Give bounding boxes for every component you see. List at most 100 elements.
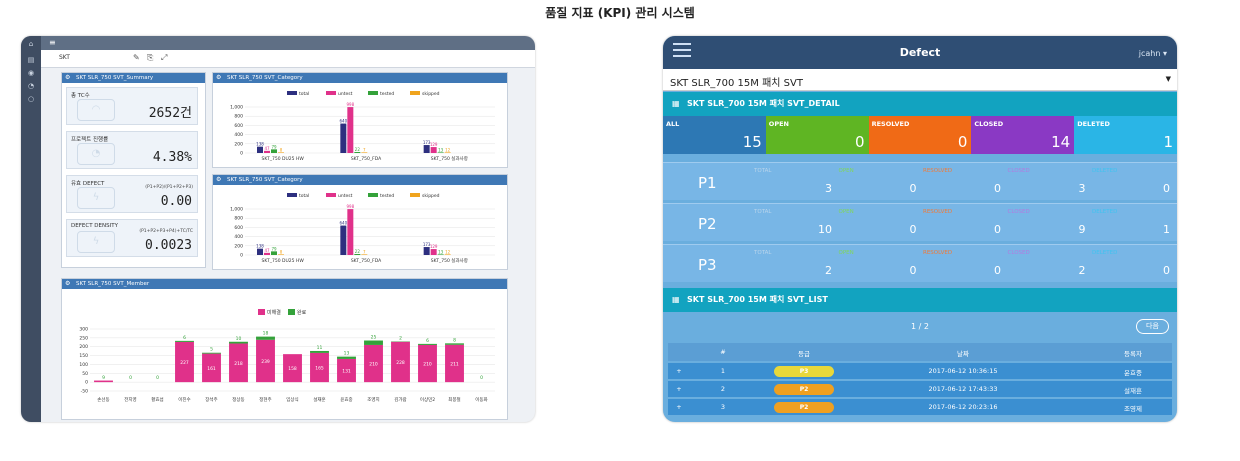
priority-cell: OPEN 0 — [836, 245, 920, 283]
column-header: 날짜 — [957, 350, 969, 358]
legend-swatch — [287, 91, 297, 95]
cell-label: CLOSED — [1007, 209, 1030, 215]
cell-value: 2 — [825, 264, 832, 277]
legend-label: total — [299, 193, 309, 199]
data-label: 47 — [264, 248, 270, 253]
legend-label: untest — [338, 193, 353, 199]
eye-icon[interactable]: ◉ — [26, 69, 36, 77]
x-tick-label: 윤효중 — [340, 397, 352, 403]
x-tick-label: 김가람 — [394, 396, 406, 403]
lightning-icon: ϟ — [77, 231, 115, 253]
bar — [437, 254, 444, 255]
dashboard-toolbar — [41, 50, 535, 68]
priority-cell: DELETED 0 — [1089, 163, 1173, 201]
stat-all[interactable]: ALL 15 — [663, 116, 766, 154]
bar — [347, 209, 354, 255]
table-icon: ▦ — [672, 99, 680, 108]
lightning-icon: ϟ — [77, 187, 115, 209]
table-row[interactable]: + 1 P3 2017-06-12 10:36:15 윤효중 — [668, 362, 1172, 379]
chart-icon[interactable]: ◔ — [26, 82, 36, 90]
priority-cell: CLOSED 2 — [1005, 245, 1089, 283]
cell-value: 2 — [1078, 264, 1086, 277]
expand-icon[interactable]: + — [674, 385, 684, 393]
priority-cell: TOTAL 10 — [751, 204, 835, 242]
row-author: 윤효중 — [1124, 369, 1142, 377]
menu-icon[interactable]: ≡ — [49, 39, 56, 47]
y-tick-label: 200 — [79, 344, 88, 350]
legend-swatch — [410, 91, 420, 95]
table-row[interactable]: + 3 P2 2017-06-12 20:23:16 조영제 — [668, 398, 1172, 415]
dashboard-side-rail: ⌂ ▤ ◉ ◔ ○ — [21, 36, 41, 422]
expand-icon[interactable]: ⤢ — [161, 53, 167, 63]
cell-value: 0 — [909, 223, 917, 236]
stat-value: 1 — [1163, 133, 1173, 151]
member-chart: 미해결 완료-500501001502002503009손선동0전지영0황효섭22… — [79, 309, 495, 403]
y-tick-label: 400 — [234, 132, 243, 138]
category-panel-header: ⚙ SKT SLR_750 SVT_Category — [213, 73, 507, 83]
list-icon[interactable]: ▤ — [26, 56, 36, 64]
data-label: 8 — [280, 147, 283, 152]
y-tick-label: 0 — [240, 253, 243, 259]
detail-header: ▦ SKT SLR_700 15M 패치 SVT_DETAIL — [663, 92, 1177, 116]
bar — [347, 107, 354, 153]
bar — [271, 251, 277, 255]
x-tick-label: 이진수 — [178, 396, 190, 403]
expand-icon[interactable]: + — [674, 367, 684, 375]
data-label: 13 — [438, 147, 444, 152]
x-tick-label: 정현주 — [259, 396, 271, 403]
stat-label: ALL — [666, 120, 680, 128]
bar — [430, 249, 437, 255]
cell-label: DELETED — [1092, 209, 1118, 215]
stat-deleted[interactable]: DELETED 1 — [1074, 116, 1177, 154]
stat-value: 15 — [742, 133, 762, 151]
bar — [354, 253, 361, 255]
cell-value: 0 — [909, 264, 917, 277]
data-label: 2 — [399, 335, 402, 341]
edit-icon[interactable]: ✎ — [133, 53, 140, 62]
row-number: 2 — [720, 385, 726, 393]
stat-resolved[interactable]: RESOLVED 0 — [868, 116, 972, 154]
data-label: 210 — [423, 362, 432, 368]
legend-label: untest — [338, 91, 353, 97]
next-button[interactable]: 다음 — [1136, 319, 1169, 334]
settings-icon[interactable]: ○ — [26, 95, 36, 103]
kpi-value: 0.00 — [160, 194, 192, 209]
bar — [361, 254, 368, 255]
y-tick-label: 1,000 — [230, 105, 243, 111]
stat-open[interactable]: OPEN 0 — [765, 116, 869, 154]
x-tick-label: 이상민2 — [420, 396, 435, 403]
bar — [337, 356, 356, 359]
data-label: 47 — [264, 146, 270, 151]
row-date: 2017-06-12 10:36:15 — [928, 367, 998, 375]
bar — [278, 254, 284, 255]
priority-row-p1[interactable]: P1 TOTAL 3 OPEN 0 RESOLVED 0 CLOSED 3 DE… — [663, 162, 1177, 200]
table-row[interactable]: + 2 P2 2017-06-12 17:43:33 설재훈 — [668, 380, 1172, 397]
cell-label: OPEN — [838, 250, 854, 256]
open-icon[interactable]: ⎘ — [147, 53, 153, 63]
bar — [418, 343, 437, 345]
x-tick-label: SKT_750 DU25 HW — [262, 258, 305, 264]
legend-swatch — [410, 193, 420, 197]
kpi-card-valid-defect: 유효 DEFECT (P1+P2)/(P1+P2+P3) ϟ 0.00 — [66, 175, 198, 213]
expand-icon[interactable]: + — [674, 403, 684, 411]
project-select[interactable]: SKT SLR_700 15M 패치 SVT ▼ — [663, 69, 1177, 91]
y-tick-label: 800 — [234, 114, 243, 120]
dashboard-topbar — [21, 36, 535, 50]
stat-label: OPEN — [768, 120, 789, 128]
data-label: 11 — [317, 345, 323, 351]
y-tick-label: 200 — [234, 141, 243, 147]
priority-row-p2[interactable]: P2 TOTAL 10 OPEN 0 RESOLVED 0 CLOSED 9 D… — [663, 203, 1177, 241]
home-icon[interactable]: ⌂ — [26, 40, 36, 48]
cell-value: 9 — [1078, 223, 1086, 236]
priority-row-p3[interactable]: P3 TOTAL 2 OPEN 0 RESOLVED 0 CLOSED 2 DE… — [663, 244, 1177, 282]
y-tick-label: 0 — [85, 380, 88, 386]
x-tick-label: 이동화 — [475, 396, 487, 403]
list-title: SKT SLR_700 15M 패치 SVT_LIST — [687, 295, 828, 304]
cell-label: TOTAL — [754, 168, 772, 174]
bar — [278, 152, 284, 153]
user-menu[interactable]: jcahn ▾ — [1139, 49, 1167, 58]
stat-closed[interactable]: CLOSED 14 — [971, 116, 1075, 154]
kpi-card-progress: 프로젝트 진행률 ◔ 4.38% — [66, 131, 198, 169]
cell-label: RESOLVED — [923, 250, 953, 256]
data-label: 131 — [342, 369, 351, 375]
